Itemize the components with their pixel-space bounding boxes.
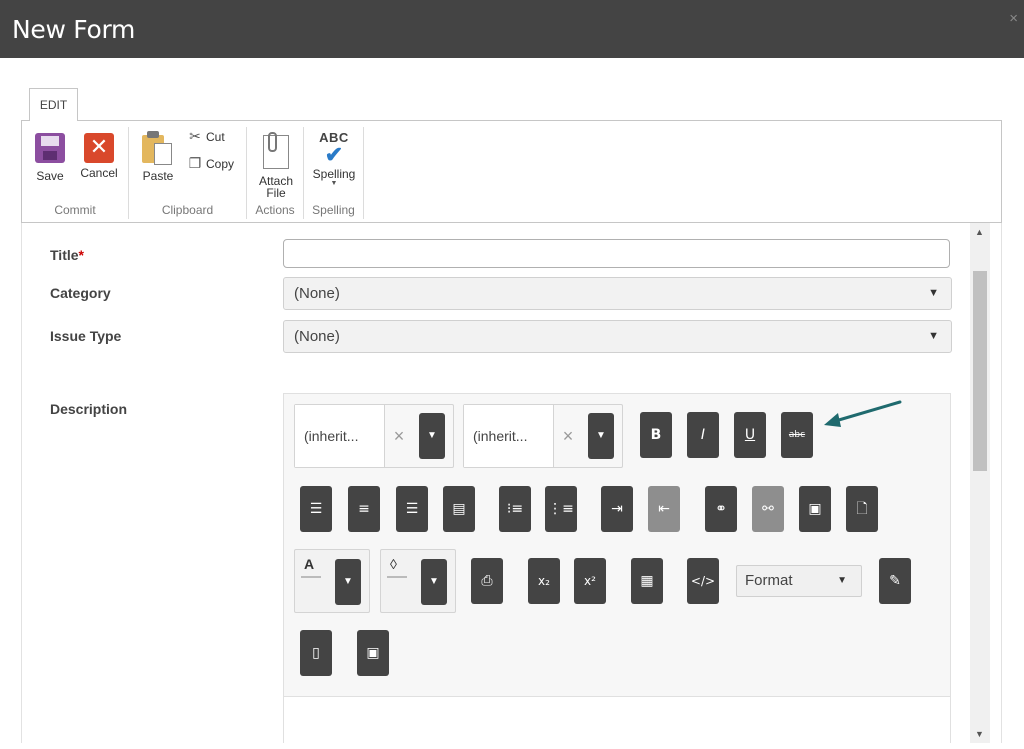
checkmark-icon: ✔ [324, 142, 344, 167]
clear-formatting-icon[interactable]: ✎ [879, 558, 911, 604]
ribbon: Save ✕ Cancel Commit Paste ✂ Cut ❐ Copy Cl… [21, 120, 1002, 223]
underline-button[interactable]: U [734, 412, 766, 458]
font-size-combo: (inherit... × ▼ [463, 404, 623, 468]
chevron-down-icon: ▼ [330, 180, 338, 187]
ribbon-group-label: Commit [54, 203, 96, 217]
editor-content-area[interactable] [284, 696, 950, 746]
table-icon[interactable]: ▦ [631, 558, 663, 604]
title-input[interactable] [283, 239, 950, 268]
issue-type-value: (None) [294, 328, 340, 345]
paste-label: Paste [142, 169, 174, 183]
ribbon-group-label: Spelling [312, 203, 355, 217]
superscript-button[interactable]: x² [574, 558, 606, 604]
scroll-down-icon[interactable]: ▼ [975, 729, 984, 739]
document-icon[interactable]: ▯ [300, 630, 332, 676]
align-center-icon[interactable]: ≡ [348, 486, 380, 532]
required-mark: * [78, 247, 84, 263]
title-label: Title* [50, 247, 84, 263]
format-select[interactable]: Format ▼ [736, 565, 862, 597]
html-source-icon[interactable]: </> [687, 558, 719, 604]
issue-type-select[interactable]: (None) ▼ [283, 320, 952, 353]
subscript-button[interactable]: x₂ [528, 558, 560, 604]
italic-button[interactable]: I [687, 412, 719, 458]
droplet-icon: ◊ [390, 556, 397, 572]
ribbon-group-label: Actions [255, 203, 295, 217]
image-icon[interactable]: ▣ [799, 486, 831, 532]
insert-image-icon[interactable]: ▣ [357, 630, 389, 676]
ribbon-group-clipboard: Paste ✂ Cut ❐ Copy Clipboard [129, 127, 247, 219]
clear-icon[interactable]: × [558, 405, 578, 467]
attach-file-button[interactable]: Attach File [255, 132, 297, 200]
save-icon [35, 133, 65, 163]
cut-button[interactable]: ✂ Cut [187, 127, 225, 145]
chevron-down-icon: ▼ [928, 330, 939, 342]
clear-icon[interactable]: × [389, 405, 409, 467]
unlink-icon[interactable]: ⚯ [752, 486, 784, 532]
indent-icon[interactable]: ⇥ [601, 486, 633, 532]
attach-file-icon [263, 132, 289, 169]
highlight-color-picker[interactable]: ◊ ▼ [380, 549, 456, 613]
ribbon-group-actions: Attach File Actions [247, 127, 304, 219]
attach-label-2: File [266, 186, 286, 200]
spelling-button[interactable]: ABC ✔ Spelling ▼ [310, 130, 358, 188]
link-icon[interactable]: ⚭ [705, 486, 737, 532]
save-label: Save [36, 169, 64, 183]
align-left-icon[interactable]: ☰ [300, 486, 332, 532]
font-color-icon: A [304, 556, 315, 572]
new-document-icon[interactable]: 🗋 [846, 486, 878, 532]
close-icon[interactable]: × [1009, 10, 1018, 27]
issue-type-label: Issue Type [50, 328, 122, 344]
spelling-label: Spelling [312, 167, 356, 181]
cancel-button[interactable]: ✕ Cancel [78, 133, 120, 179]
font-family-input[interactable]: (inherit... [295, 405, 385, 467]
chevron-down-icon[interactable]: ▼ [335, 559, 361, 605]
copy-icon: ❐ [188, 155, 202, 171]
scissors-icon: ✂ [189, 128, 201, 144]
ribbon-group-label: Clipboard [161, 203, 214, 217]
cancel-icon: ✕ [84, 133, 114, 163]
paste-button[interactable]: Paste [139, 131, 177, 182]
cancel-label: Cancel [80, 166, 118, 180]
category-label: Category [50, 285, 111, 301]
scroll-up-icon[interactable]: ▲ [975, 227, 984, 237]
ribbon-group-spelling: ABC ✔ Spelling ▼ Spelling [304, 127, 364, 219]
vertical-scrollbar[interactable]: ▲ ▼ [970, 223, 990, 743]
chevron-down-icon[interactable]: ▼ [421, 559, 447, 605]
title-bar: New Form × [0, 0, 1024, 58]
chevron-down-icon: ▼ [928, 287, 939, 299]
form-body: Title* Category (None) ▼ Issue Type (Non… [21, 223, 1002, 746]
bold-button[interactable]: B [640, 412, 672, 458]
category-value: (None) [294, 285, 340, 302]
font-size-input[interactable]: (inherit... [464, 405, 554, 467]
outdent-icon[interactable]: ⇤ [648, 486, 680, 532]
rich-text-editor: (inherit... × ▼ (inherit... × ▼ B I U ab… [283, 393, 951, 746]
numbered-list-icon[interactable]: ⋮≡ [545, 486, 577, 532]
tab-edit[interactable]: EDIT [29, 88, 78, 121]
align-right-icon[interactable]: ☰ [396, 486, 428, 532]
copy-button[interactable]: ❐ Copy [187, 154, 234, 172]
font-color-picker[interactable]: A ▼ [294, 549, 370, 613]
annotation-arrow-icon [824, 400, 902, 427]
dialog-title: New Form [12, 15, 136, 44]
format-value: Format [745, 572, 793, 589]
chevron-down-icon[interactable]: ▼ [588, 413, 614, 459]
save-button[interactable]: Save [32, 133, 68, 182]
cut-label: Cut [206, 130, 225, 144]
ribbon-group-commit: Save ✕ Cancel Commit [22, 127, 129, 219]
copy-label: Copy [206, 157, 235, 171]
chevron-down-icon: ▼ [837, 575, 847, 586]
strikethrough-button[interactable]: abc [781, 412, 813, 458]
chevron-down-icon[interactable]: ▼ [419, 413, 445, 459]
new-form-dialog: New Form × EDIT Save ✕ Cancel Commit Pas… [0, 0, 1024, 749]
justify-icon[interactable]: ▤ [443, 486, 475, 532]
bullet-list-icon[interactable]: ⁝≡ [499, 486, 531, 532]
font-family-combo: (inherit... × ▼ [294, 404, 454, 468]
scrollbar-thumb[interactable] [973, 271, 987, 471]
paste-icon [142, 131, 174, 165]
category-select[interactable]: (None) ▼ [283, 277, 952, 310]
description-label: Description [50, 401, 128, 417]
print-icon[interactable]: ⎙ [471, 558, 503, 604]
